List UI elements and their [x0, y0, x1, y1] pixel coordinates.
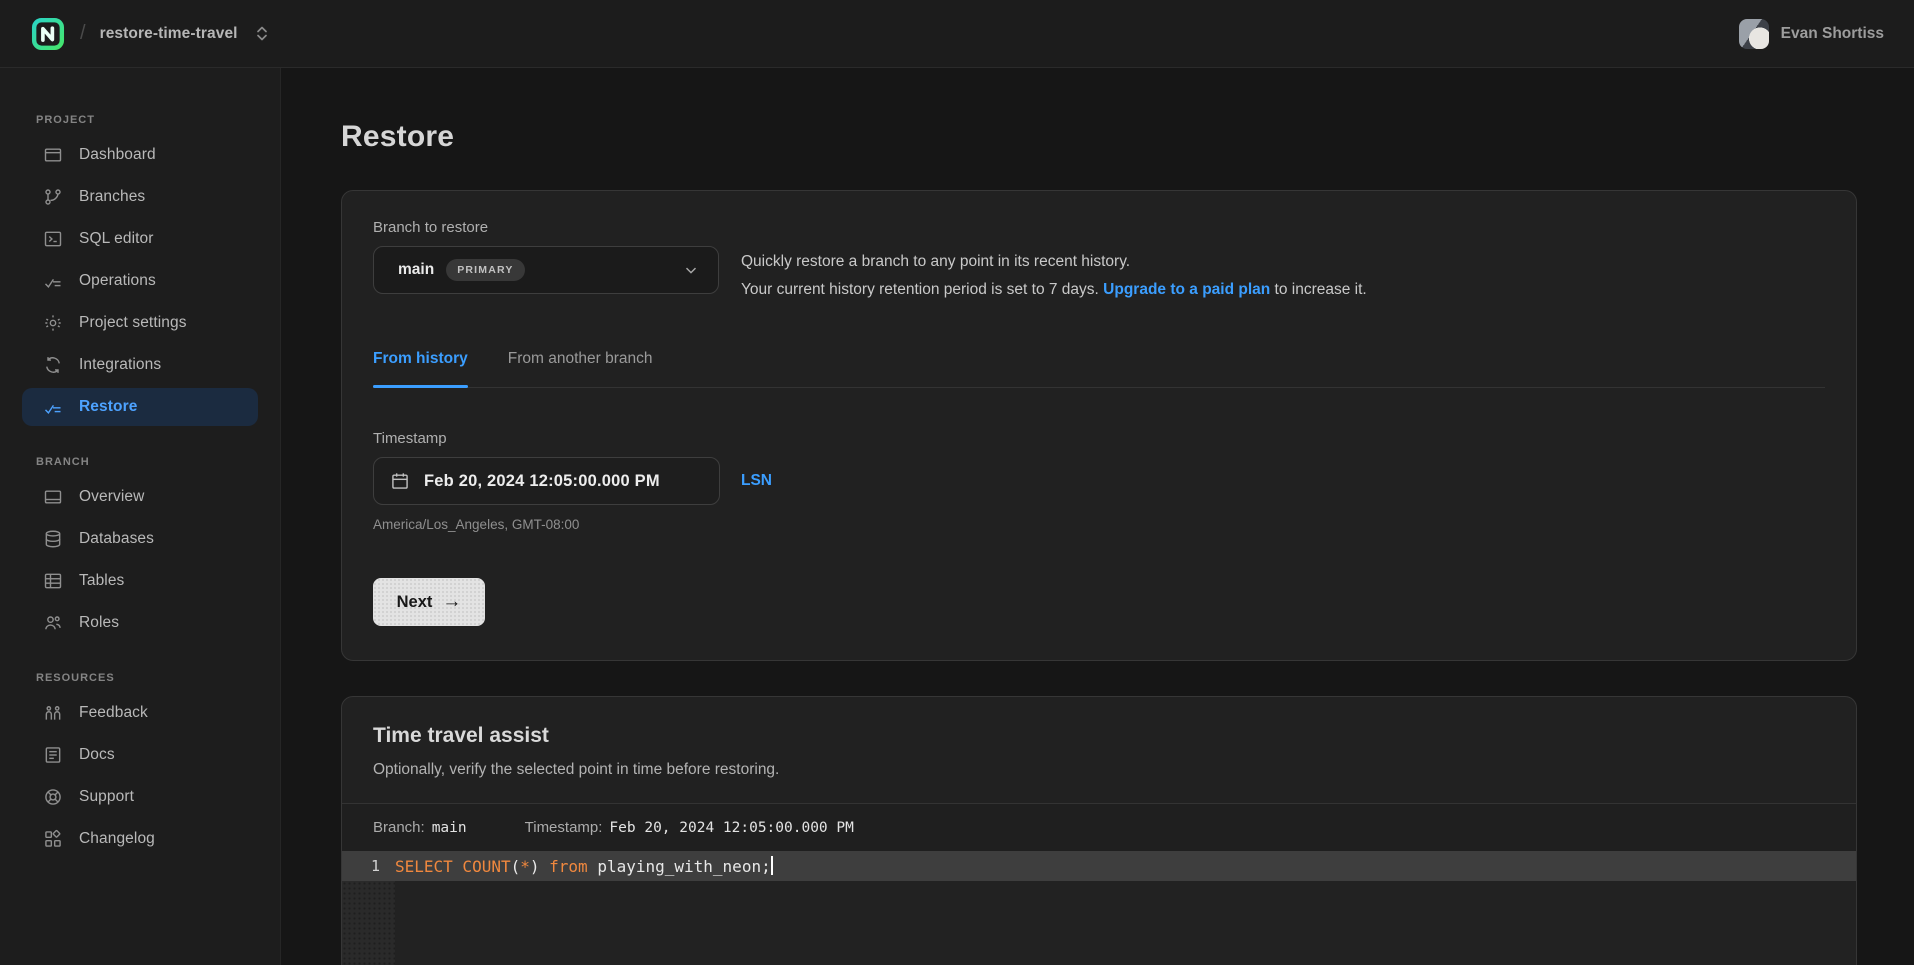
branch-to-restore-label: Branch to restore: [373, 219, 1825, 236]
overview-icon: [43, 487, 63, 507]
restore-tabs: From history From another branch: [373, 350, 1825, 388]
sidebar-item-databases[interactable]: Databases: [22, 520, 258, 558]
sql-query-editor[interactable]: 1 SELECT COUNT(*) from playing_with_neon…: [342, 851, 1856, 965]
query-context-bar: Branch: main Timestamp: Feb 20, 2024 12:…: [342, 803, 1856, 851]
branch-select-value: main: [398, 261, 434, 279]
sidebar-item-sql-editor[interactable]: SQL editor: [22, 220, 258, 258]
time-travel-assist-title: Time travel assist: [373, 724, 1825, 748]
calendar-icon: [390, 471, 410, 491]
next-button[interactable]: Next →: [373, 578, 485, 626]
sidebar-item-support[interactable]: Support: [22, 778, 258, 816]
project-switcher-label[interactable]: restore-time-travel: [100, 25, 238, 43]
tab-from-history[interactable]: From history: [373, 350, 468, 387]
tab-from-another-branch[interactable]: From another branch: [508, 350, 653, 387]
sidebar-item-integrations[interactable]: Integrations: [22, 346, 258, 384]
sidebar-item-tables[interactable]: Tables: [22, 562, 258, 600]
chevron-down-icon: [682, 261, 700, 279]
database-icon: [43, 529, 63, 549]
neon-logo[interactable]: [30, 16, 66, 52]
changelog-icon: [43, 829, 63, 849]
user-avatar: [1739, 19, 1769, 49]
neon-logo-icon: [31, 17, 65, 51]
sidebar: PROJECT Dashboard Branches SQL editor Op…: [0, 68, 281, 965]
feedback-icon: [43, 703, 63, 723]
lsn-link[interactable]: LSN: [741, 472, 772, 490]
editor-gutter: [342, 881, 395, 965]
restore-card: Branch to restore main PRIMARY Quickly r…: [341, 190, 1857, 661]
time-travel-assist-card: Time travel assist Optionally, verify th…: [341, 696, 1857, 965]
operations-icon: [43, 271, 63, 291]
table-icon: [43, 571, 63, 591]
branches-icon: [43, 187, 63, 207]
restore-description-line2: Your current history retention period is…: [741, 276, 1367, 304]
context-timestamp-value: Feb 20, 2024 12:05:00.000 PM: [609, 820, 853, 836]
editor-active-line[interactable]: 1 SELECT COUNT(*) from playing_with_neon…: [342, 851, 1856, 881]
sidebar-item-restore[interactable]: Restore: [22, 388, 258, 426]
sql-code-line: SELECT COUNT(*) from playing_with_neon;: [395, 856, 773, 876]
primary-badge: PRIMARY: [446, 259, 524, 281]
page-title: Restore: [341, 120, 1857, 154]
context-timestamp-label: Timestamp:: [525, 819, 603, 836]
sidebar-item-project-settings[interactable]: Project settings: [22, 304, 258, 342]
timestamp-value: Feb 20, 2024 12:05:00.000 PM: [424, 472, 660, 491]
timestamp-input[interactable]: Feb 20, 2024 12:05:00.000 PM: [373, 457, 720, 505]
timestamp-label: Timestamp: [373, 430, 1825, 447]
topbar: / restore-time-travel Evan Shortiss: [0, 0, 1914, 68]
text-cursor: [771, 856, 773, 875]
upgrade-plan-link[interactable]: Upgrade to a paid plan: [1103, 281, 1270, 298]
sql-editor-icon: [43, 229, 63, 249]
sidebar-item-docs[interactable]: Docs: [22, 736, 258, 774]
editor-empty-area[interactable]: [342, 881, 1856, 965]
support-icon: [43, 787, 63, 807]
project-switcher-caret-icon[interactable]: [256, 26, 268, 41]
user-menu[interactable]: Evan Shortiss: [1739, 19, 1884, 49]
restore-description: Quickly restore a branch to any point in…: [741, 246, 1367, 304]
timezone-text: America/Los_Angeles, GMT-08:00: [373, 517, 1825, 532]
sidebar-section-project: PROJECT: [0, 114, 280, 132]
branch-select[interactable]: main PRIMARY: [373, 246, 719, 294]
main-content: Restore Branch to restore main PRIMARY Q…: [281, 68, 1914, 965]
context-branch-label: Branch:: [373, 819, 425, 836]
sidebar-item-dashboard[interactable]: Dashboard: [22, 136, 258, 174]
roles-icon: [43, 613, 63, 633]
user-name: Evan Shortiss: [1781, 25, 1884, 43]
time-travel-assist-description: Optionally, verify the selected point in…: [373, 761, 1825, 779]
sidebar-item-branches[interactable]: Branches: [22, 178, 258, 216]
dashboard-icon: [43, 145, 63, 165]
restore-icon: [43, 397, 63, 417]
sidebar-item-operations[interactable]: Operations: [22, 262, 258, 300]
line-number: 1: [342, 857, 395, 875]
arrow-right-icon: →: [442, 591, 461, 613]
sidebar-item-changelog[interactable]: Changelog: [22, 820, 258, 858]
breadcrumb-divider: /: [80, 22, 86, 45]
docs-icon: [43, 745, 63, 765]
sidebar-item-overview[interactable]: Overview: [22, 478, 258, 516]
sidebar-section-branch: BRANCH: [0, 456, 280, 474]
settings-gear-icon: [43, 313, 63, 333]
sidebar-section-resources: RESOURCES: [0, 672, 280, 690]
context-branch-value: main: [432, 820, 467, 836]
restore-description-line1: Quickly restore a branch to any point in…: [741, 248, 1367, 276]
integrations-icon: [43, 355, 63, 375]
sidebar-item-feedback[interactable]: Feedback: [22, 694, 258, 732]
sidebar-item-roles[interactable]: Roles: [22, 604, 258, 642]
